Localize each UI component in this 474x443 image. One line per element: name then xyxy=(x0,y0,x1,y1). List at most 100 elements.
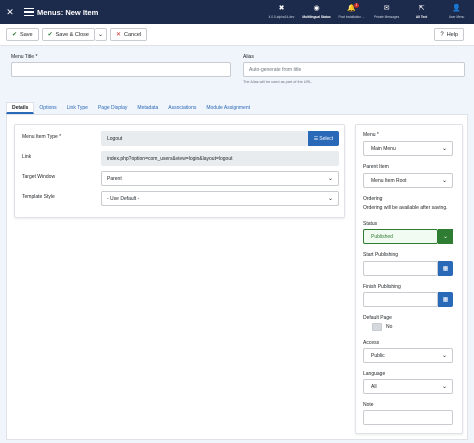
user-menu-link[interactable]: 👤 User Menu xyxy=(439,0,474,24)
chevron-down-icon: ⌄ xyxy=(441,353,447,359)
target-window-select[interactable]: Parent ⌄ xyxy=(101,171,339,186)
menu-item-type-label: Menu Item Type * xyxy=(22,134,62,140)
joomla-logo-icon[interactable]: ✕ xyxy=(0,0,20,24)
header-bar: ✕ Menus: New Item ✖ 4.0.0-alpha14-dev ◉ … xyxy=(0,0,474,24)
details-card: Menu Item Type * Logout ☰ Select Link in… xyxy=(14,124,345,218)
tab-associations[interactable]: Associations xyxy=(163,102,201,114)
start-publishing-calendar-button[interactable]: ▦ xyxy=(438,261,453,276)
sidebar-card: Menu * Main Menu ⌄ Parent Item Menu Item… xyxy=(355,124,463,434)
tab-details[interactable]: Details xyxy=(6,102,35,114)
access-value: Public xyxy=(371,352,385,359)
help-label: Help xyxy=(446,31,458,38)
chevron-down-icon: ⌄ xyxy=(327,196,333,202)
parent-item-select[interactable]: Menu Item Root ⌄ xyxy=(363,173,453,188)
template-style-label: Template Style xyxy=(22,194,55,200)
help-button[interactable]: ? Help xyxy=(434,28,464,41)
menu-title-label: Menu Title * xyxy=(11,54,38,60)
status-label: Status xyxy=(363,221,378,227)
chevron-down-icon: ⌄ xyxy=(441,384,447,390)
ordering-label: Ordering xyxy=(363,196,383,202)
tab-options[interactable]: Options xyxy=(34,102,61,114)
joomla-icon: ✖ xyxy=(278,5,285,12)
save-button[interactable]: ✔ Save xyxy=(6,28,39,41)
chevron-down-icon: ⌄ xyxy=(442,234,449,240)
list-icon: ☰ xyxy=(313,135,319,142)
default-page-value: No xyxy=(386,324,393,330)
tab-bar: Details Options Link Type Page Display M… xyxy=(6,100,468,114)
question-icon: ? xyxy=(440,31,444,38)
finish-publishing-label: Finish Publishing xyxy=(363,284,401,290)
chevron-down-icon: ⌄ xyxy=(441,178,447,184)
note-label: Note xyxy=(363,402,374,408)
alias-input[interactable]: Auto-generate from title xyxy=(243,62,465,77)
multilingual-status-link[interactable]: ◉ Multilingual Status xyxy=(299,0,334,24)
save-close-label: Save & Close xyxy=(55,31,89,38)
version-link[interactable]: ✖ 4.0.0-alpha14-dev xyxy=(264,0,299,24)
user-icon: 👤 xyxy=(452,5,461,12)
envelope-icon: ✉ xyxy=(383,5,390,12)
user-menu-label: User Menu xyxy=(448,15,465,19)
check-icon: ✔ xyxy=(12,32,18,38)
parent-item-value: Menu Item Root xyxy=(371,177,407,184)
save-label: Save xyxy=(20,31,33,38)
private-messages-label: Private Messages xyxy=(373,15,400,19)
parent-item-label: Parent Item xyxy=(363,164,389,170)
save-close-button[interactable]: ✔ Save & Close xyxy=(41,28,95,41)
language-select[interactable]: All ⌄ xyxy=(363,379,453,394)
version-label: 4.0.0-alpha14-dev xyxy=(268,15,295,19)
external-link-icon: ⇱ xyxy=(418,5,425,12)
default-page-toggle[interactable] xyxy=(372,323,382,331)
chevron-down-icon: ⌄ xyxy=(97,32,103,38)
post-installation-link[interactable]: 🔔 1 Post Installation ... xyxy=(334,0,369,24)
cancel-button[interactable]: ✕ Cancel xyxy=(109,28,148,41)
hamburger-menu-icon[interactable] xyxy=(24,7,34,17)
target-window-label: Target Window xyxy=(22,174,56,180)
finish-publishing-calendar-button[interactable]: ▦ xyxy=(438,292,453,307)
note-input[interactable] xyxy=(363,410,453,425)
all-text-label: All Text xyxy=(415,15,428,19)
link-value: index.php?option=com_users&view=login&la… xyxy=(101,151,339,166)
select-label: Select xyxy=(319,135,334,142)
alias-label: Alias xyxy=(243,54,254,60)
language-value: All xyxy=(371,383,377,390)
tab-link-type[interactable]: Link Type xyxy=(62,102,93,114)
chevron-down-icon: ⌄ xyxy=(327,176,333,182)
globe-icon: ◉ xyxy=(313,5,320,12)
access-label: Access xyxy=(363,340,380,346)
tab-module-assignment[interactable]: Module Assignment xyxy=(201,102,255,114)
select-menu-item-type-button[interactable]: ☰ Select xyxy=(308,131,339,146)
menu-title-input[interactable] xyxy=(11,62,231,77)
multilingual-status-label: Multilingual Status xyxy=(302,15,331,19)
ordering-text: Ordering will be available after saving. xyxy=(363,205,448,211)
start-publishing-label: Start Publishing xyxy=(363,252,399,258)
menu-item-type-value: Logout xyxy=(101,131,308,146)
status-dropdown-toggle[interactable]: ⌄ xyxy=(438,229,453,244)
private-messages-link[interactable]: ✉ Private Messages xyxy=(369,0,404,24)
link-label: Link xyxy=(22,154,32,160)
close-icon: ✕ xyxy=(115,32,121,38)
template-style-select[interactable]: - Use Default - ⌄ xyxy=(101,191,339,206)
save-options-dropdown[interactable]: ⌄ xyxy=(94,28,107,41)
cancel-label: Cancel xyxy=(124,31,142,38)
template-style-value: - Use Default - xyxy=(107,195,140,202)
language-label: Language xyxy=(363,371,386,377)
start-publishing-input[interactable] xyxy=(363,261,438,276)
target-window-value: Parent xyxy=(107,175,122,182)
menu-select[interactable]: Main Menu ⌄ xyxy=(363,141,453,156)
finish-publishing-input[interactable] xyxy=(363,292,438,307)
access-select[interactable]: Public ⌄ xyxy=(363,348,453,363)
status-select[interactable]: Published xyxy=(363,229,438,244)
page-title: Menus: New Item xyxy=(37,7,99,17)
calendar-icon: ▦ xyxy=(442,297,449,303)
tab-metadata[interactable]: Metadata xyxy=(132,102,163,114)
alias-hint: The Alias will be used as part of the UR… xyxy=(243,80,313,84)
all-text-link[interactable]: ⇱ All Text xyxy=(404,0,439,24)
post-installation-label: Post Installation ... xyxy=(338,15,365,19)
tab-page-display[interactable]: Page Display xyxy=(93,102,132,114)
chevron-down-icon: ⌄ xyxy=(441,146,447,152)
menu-label: Menu * xyxy=(363,132,379,138)
menu-value: Main Menu xyxy=(371,145,396,152)
calendar-icon: ▦ xyxy=(442,266,449,272)
default-page-label: Default Page xyxy=(363,315,392,321)
status-value: Published xyxy=(371,233,393,240)
